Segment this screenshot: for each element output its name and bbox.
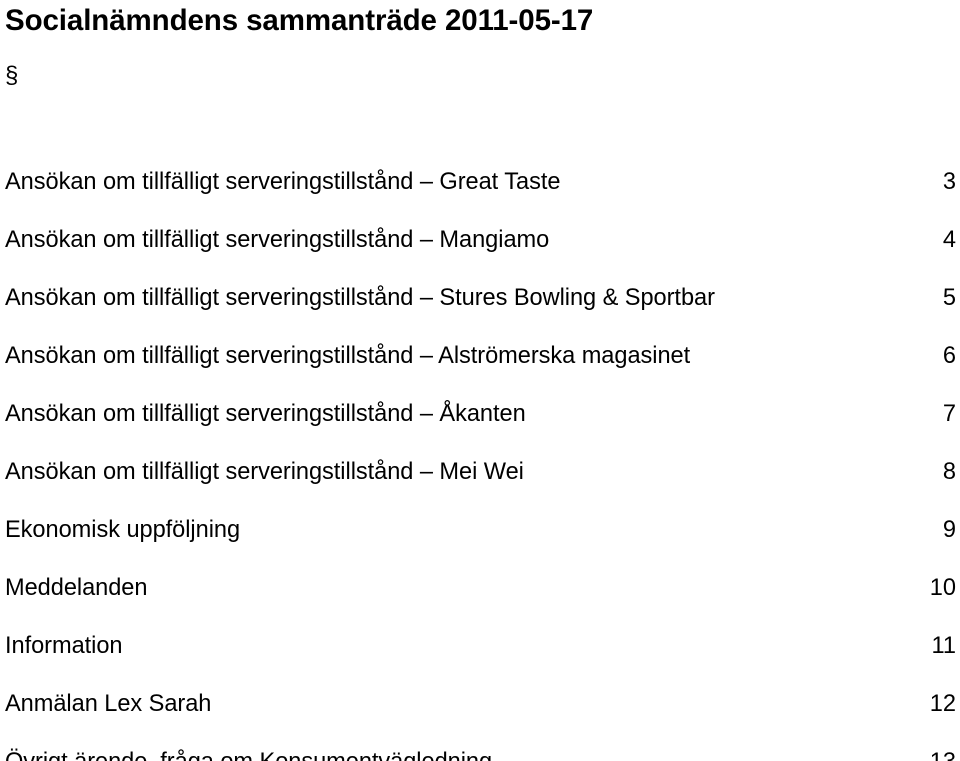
toc-entry-label: Information	[5, 633, 123, 659]
toc-entry-page-number: 5	[942, 285, 956, 311]
toc-entry[interactable]: Ansökan om tillfälligt serveringstillstå…	[0, 342, 960, 400]
section-symbol: §	[5, 62, 19, 89]
toc-entry[interactable]: Ansökan om tillfälligt serveringstillstå…	[0, 284, 960, 342]
toc-entry-label: Meddelanden	[5, 575, 148, 601]
toc-entry-label: Ansökan om tillfälligt serveringstillstå…	[5, 343, 691, 369]
toc-entry-label: Ansökan om tillfälligt serveringstillstå…	[5, 459, 524, 485]
toc-entry-label: Ansökan om tillfälligt serveringstillstå…	[5, 285, 715, 311]
toc-entry[interactable]: Ansökan om tillfälligt serveringstillstå…	[0, 458, 960, 516]
toc-entry-label: Ekonomisk uppföljning	[5, 517, 241, 543]
toc-entry[interactable]: Ansökan om tillfälligt serveringstillstå…	[0, 226, 960, 284]
toc-entry[interactable]: Information 11	[0, 632, 960, 690]
toc-entry-label: Övrigt ärende, fråga om Konsumentvägledn…	[5, 748, 492, 761]
document-page: Socialnämndens sammanträde 2011-05-17 § …	[0, 0, 960, 761]
toc-entry-page-number: 11	[931, 633, 957, 659]
page-title: Socialnämndens sammanträde 2011-05-17	[5, 4, 594, 37]
toc-entry-label: Anmälan Lex Sarah	[5, 691, 212, 717]
table-of-contents: Ansökan om tillfälligt serveringstillstå…	[0, 168, 960, 761]
toc-entry[interactable]: Ansökan om tillfälligt serveringstillstå…	[0, 168, 960, 226]
toc-entry-label: Ansökan om tillfälligt serveringstillstå…	[5, 401, 526, 427]
toc-entry-label: Ansökan om tillfälligt serveringstillstå…	[5, 227, 550, 253]
toc-entry-page-number: 10	[929, 575, 956, 601]
toc-entry[interactable]: Ekonomisk uppföljning 9	[0, 516, 960, 574]
toc-entry-page-number: 6	[942, 343, 956, 369]
toc-entry-page-number: 4	[942, 227, 956, 253]
toc-entry-page-number: 7	[942, 401, 956, 427]
toc-entry[interactable]: Meddelanden 10	[0, 574, 960, 632]
toc-entry-page-number: 13	[930, 748, 956, 761]
toc-entry-page-number: 9	[942, 517, 956, 543]
toc-entry[interactable]: Anmälan Lex Sarah 12	[0, 690, 960, 748]
toc-entry-page-number: 12	[929, 691, 956, 717]
toc-entry-page-number: 8	[942, 459, 956, 485]
toc-entry-page-number: 3	[942, 169, 956, 195]
toc-entry[interactable]: Ansökan om tillfälligt serveringstillstå…	[0, 400, 960, 458]
toc-entry-label: Ansökan om tillfälligt serveringstillstå…	[5, 169, 561, 195]
toc-entry[interactable]: Övrigt ärende, fråga om Konsumentvägledn…	[0, 748, 960, 761]
